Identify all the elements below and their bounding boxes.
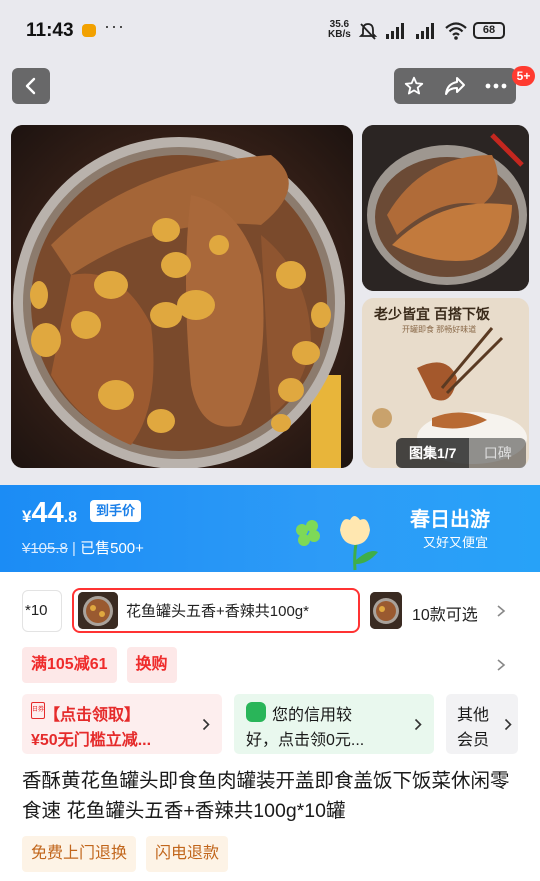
share-icon [444, 77, 465, 95]
card-subtitle: ¥50无门槛立减... [31, 732, 152, 749]
other-membership-card[interactable]: 其他 会员 [446, 694, 518, 754]
service-fast-refund[interactable]: 闪电退款 [146, 836, 229, 872]
service-free-return[interactable]: 免费上门退换 [22, 836, 137, 872]
main-product-image[interactable] [11, 125, 353, 468]
more-button[interactable] [479, 71, 513, 101]
price-decimal: .8 [63, 509, 78, 526]
coupon-row: 满105减61 换购 [22, 647, 177, 683]
signal-1-icon [386, 23, 404, 39]
service-tags: 免费上门退换 闪电退款 [22, 836, 229, 872]
promo-subtitle: 又好又便宜 [423, 535, 489, 550]
star-icon [405, 76, 424, 95]
sku-can-illustration [78, 592, 118, 629]
sku-count[interactable]: 10款可选 [412, 601, 478, 625]
battery-icon: 68 [473, 22, 505, 39]
current-price: ¥44.8 [22, 497, 77, 530]
fish-can-illustration [11, 125, 353, 468]
chevron-right-icon[interactable] [496, 604, 506, 618]
mute-icon [358, 23, 378, 40]
back-button[interactable] [12, 68, 50, 104]
share-button[interactable] [438, 71, 472, 101]
fish-can-thumbnail-illustration [362, 125, 529, 291]
sku-can-illustration-2 [370, 592, 402, 629]
more-dots-icon [485, 83, 507, 89]
original-price: ¥105.8 [22, 540, 68, 557]
chevron-left-icon [25, 77, 36, 95]
more-notifications-icon: ··· [104, 16, 125, 36]
final-price-tag: 到手价 [90, 500, 142, 522]
coupon-exchange[interactable]: 换购 [126, 647, 177, 683]
product-title[interactable]: 香酥黄花鱼罐头即食鱼肉罐装开盖即食盖饭下饭菜休闲零食速 花鱼罐头五香+香辣共10… [22, 766, 522, 826]
card-title: 【点击领取】 [44, 707, 141, 724]
status-bar: 11:43 ··· 35.6 KB/s 68 [0, 0, 540, 60]
favorite-button[interactable] [397, 71, 431, 101]
spring-flower-icon [296, 516, 378, 571]
thumbnail-slogan: 老少皆宜 百搭下饭 [374, 306, 490, 322]
chevron-right-icon [414, 718, 422, 731]
card-title: 其他 [457, 707, 490, 724]
sku-option-selected[interactable]: 花鱼罐头五香+香辣共100g* [72, 588, 360, 633]
top-actions [394, 68, 516, 104]
sku-selected-label: 花鱼罐头五香+香辣共100g* [126, 603, 309, 620]
network-speed: 35.6 KB/s [328, 20, 351, 40]
weibo-notification-icon [82, 24, 96, 37]
tab-review[interactable]: 口碑 [469, 438, 526, 468]
card-subtitle: 会员 [457, 732, 490, 749]
card-subtitle: 好，点击领0元... [246, 732, 365, 749]
price-secondary-line: ¥105.8 | 已售500+ [22, 537, 144, 558]
benefit-cards: 日券 【点击领取】 ¥50无门槛立减... 您的信用较 好，点击领0元... 其… [22, 694, 532, 754]
network-speed-unit: KB/s [328, 29, 351, 40]
status-time: 11:43 [26, 20, 74, 41]
shopping-bag-icon [246, 702, 266, 722]
thumbnail-subslogan: 开罐即食 那畅好味道 [402, 325, 477, 334]
coupon-icon: 日券 [31, 702, 45, 719]
chevron-right-icon[interactable] [496, 658, 506, 672]
sold-count: 已售500+ [80, 540, 144, 557]
price-banner: ¥44.8 到手价 ¥105.8 | 已售500+ 春日出游 又好又便宜 [0, 485, 540, 572]
cart-badge: 5+ [512, 66, 535, 86]
sku-selector: *10 花鱼罐头五香+香辣共100g* 10款可选 [0, 588, 540, 634]
coupon-discount[interactable]: 满105减61 [22, 647, 117, 683]
sku-option-next[interactable] [370, 592, 402, 629]
status-icons [358, 19, 468, 43]
chevron-right-icon [504, 718, 512, 731]
sku-option-partial[interactable]: *10 [22, 590, 62, 632]
price-separator: | [67, 540, 81, 557]
promo-title[interactable]: 春日出游 [410, 503, 490, 532]
chevron-right-icon [202, 718, 210, 731]
claim-coupon-card[interactable]: 日券 【点击领取】 ¥50无门槛立减... [22, 694, 222, 754]
sku-thumbnail [78, 592, 118, 629]
card-title: 您的信用较 [272, 707, 353, 724]
price-integer: 44 [31, 497, 64, 529]
gallery-thumbnail-1[interactable] [362, 125, 529, 291]
wifi-icon [445, 22, 467, 40]
credit-benefit-card[interactable]: 您的信用较 好，点击领0元... [234, 694, 434, 754]
gallery-tabs: 图集1/7 口碑 [396, 438, 526, 468]
signal-2-icon [416, 23, 434, 39]
tab-album[interactable]: 图集1/7 [396, 438, 470, 468]
